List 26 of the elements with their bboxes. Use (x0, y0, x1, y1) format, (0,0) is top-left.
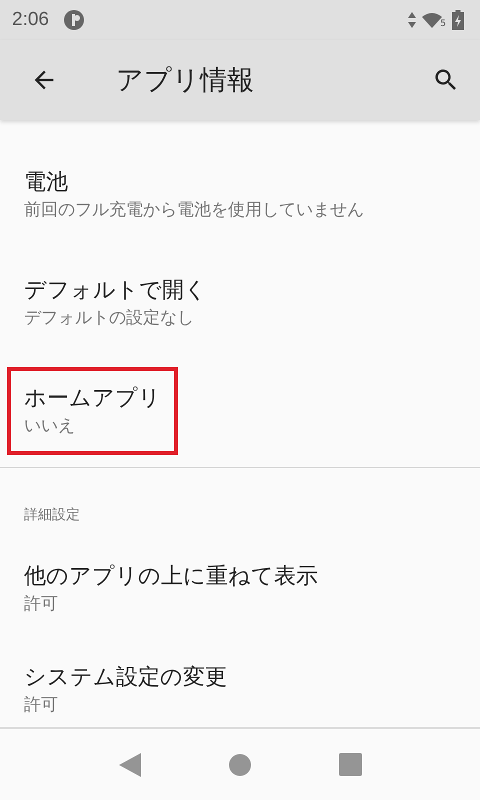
settings-item[interactable]: システム設定の変更 許可 (0, 628, 480, 727)
data-arrows-icon (408, 12, 416, 28)
section-header: 詳細設定 (23, 506, 81, 520)
item-title: システム設定の変更 (24, 664, 227, 692)
item-title: 電池 (24, 168, 69, 197)
item-subtitle: 前回のフル充電から電池を使用していません (24, 198, 364, 222)
toolbar-title: アプリ情報 (116, 64, 255, 98)
back-nav-icon[interactable] (118, 752, 140, 776)
settings-item[interactable]: デフォルトで開く デフォルトの設定なし (0, 236, 480, 344)
settings-item[interactable]: ホームアプリ いいえ (0, 344, 480, 452)
battery-charging-icon (452, 10, 464, 30)
recents-nav-icon[interactable] (338, 753, 362, 776)
item-title: ホームアプリ (24, 385, 161, 414)
notification-icon (62, 9, 85, 31)
item-subtitle: いいえ (24, 415, 76, 438)
settings-item[interactable]: 電池 前回のフル充電から電池を使用していません (0, 128, 480, 236)
item-title: デフォルトで開く (24, 277, 207, 306)
item-subtitle: 許可 (24, 694, 59, 717)
home-nav-icon[interactable] (228, 754, 250, 776)
wifi-icon (422, 12, 442, 28)
clock: 2:06 (12, 9, 49, 31)
wifi-level-label: 5 (440, 19, 446, 29)
item-subtitle: デフォルトの設定なし (24, 307, 195, 330)
settings-item[interactable]: 他のアプリの上に重ねて表示 許可 (0, 520, 480, 629)
item-subtitle: 許可 (24, 593, 59, 616)
item-title: 他のアプリの上に重ねて表示 (24, 563, 318, 592)
